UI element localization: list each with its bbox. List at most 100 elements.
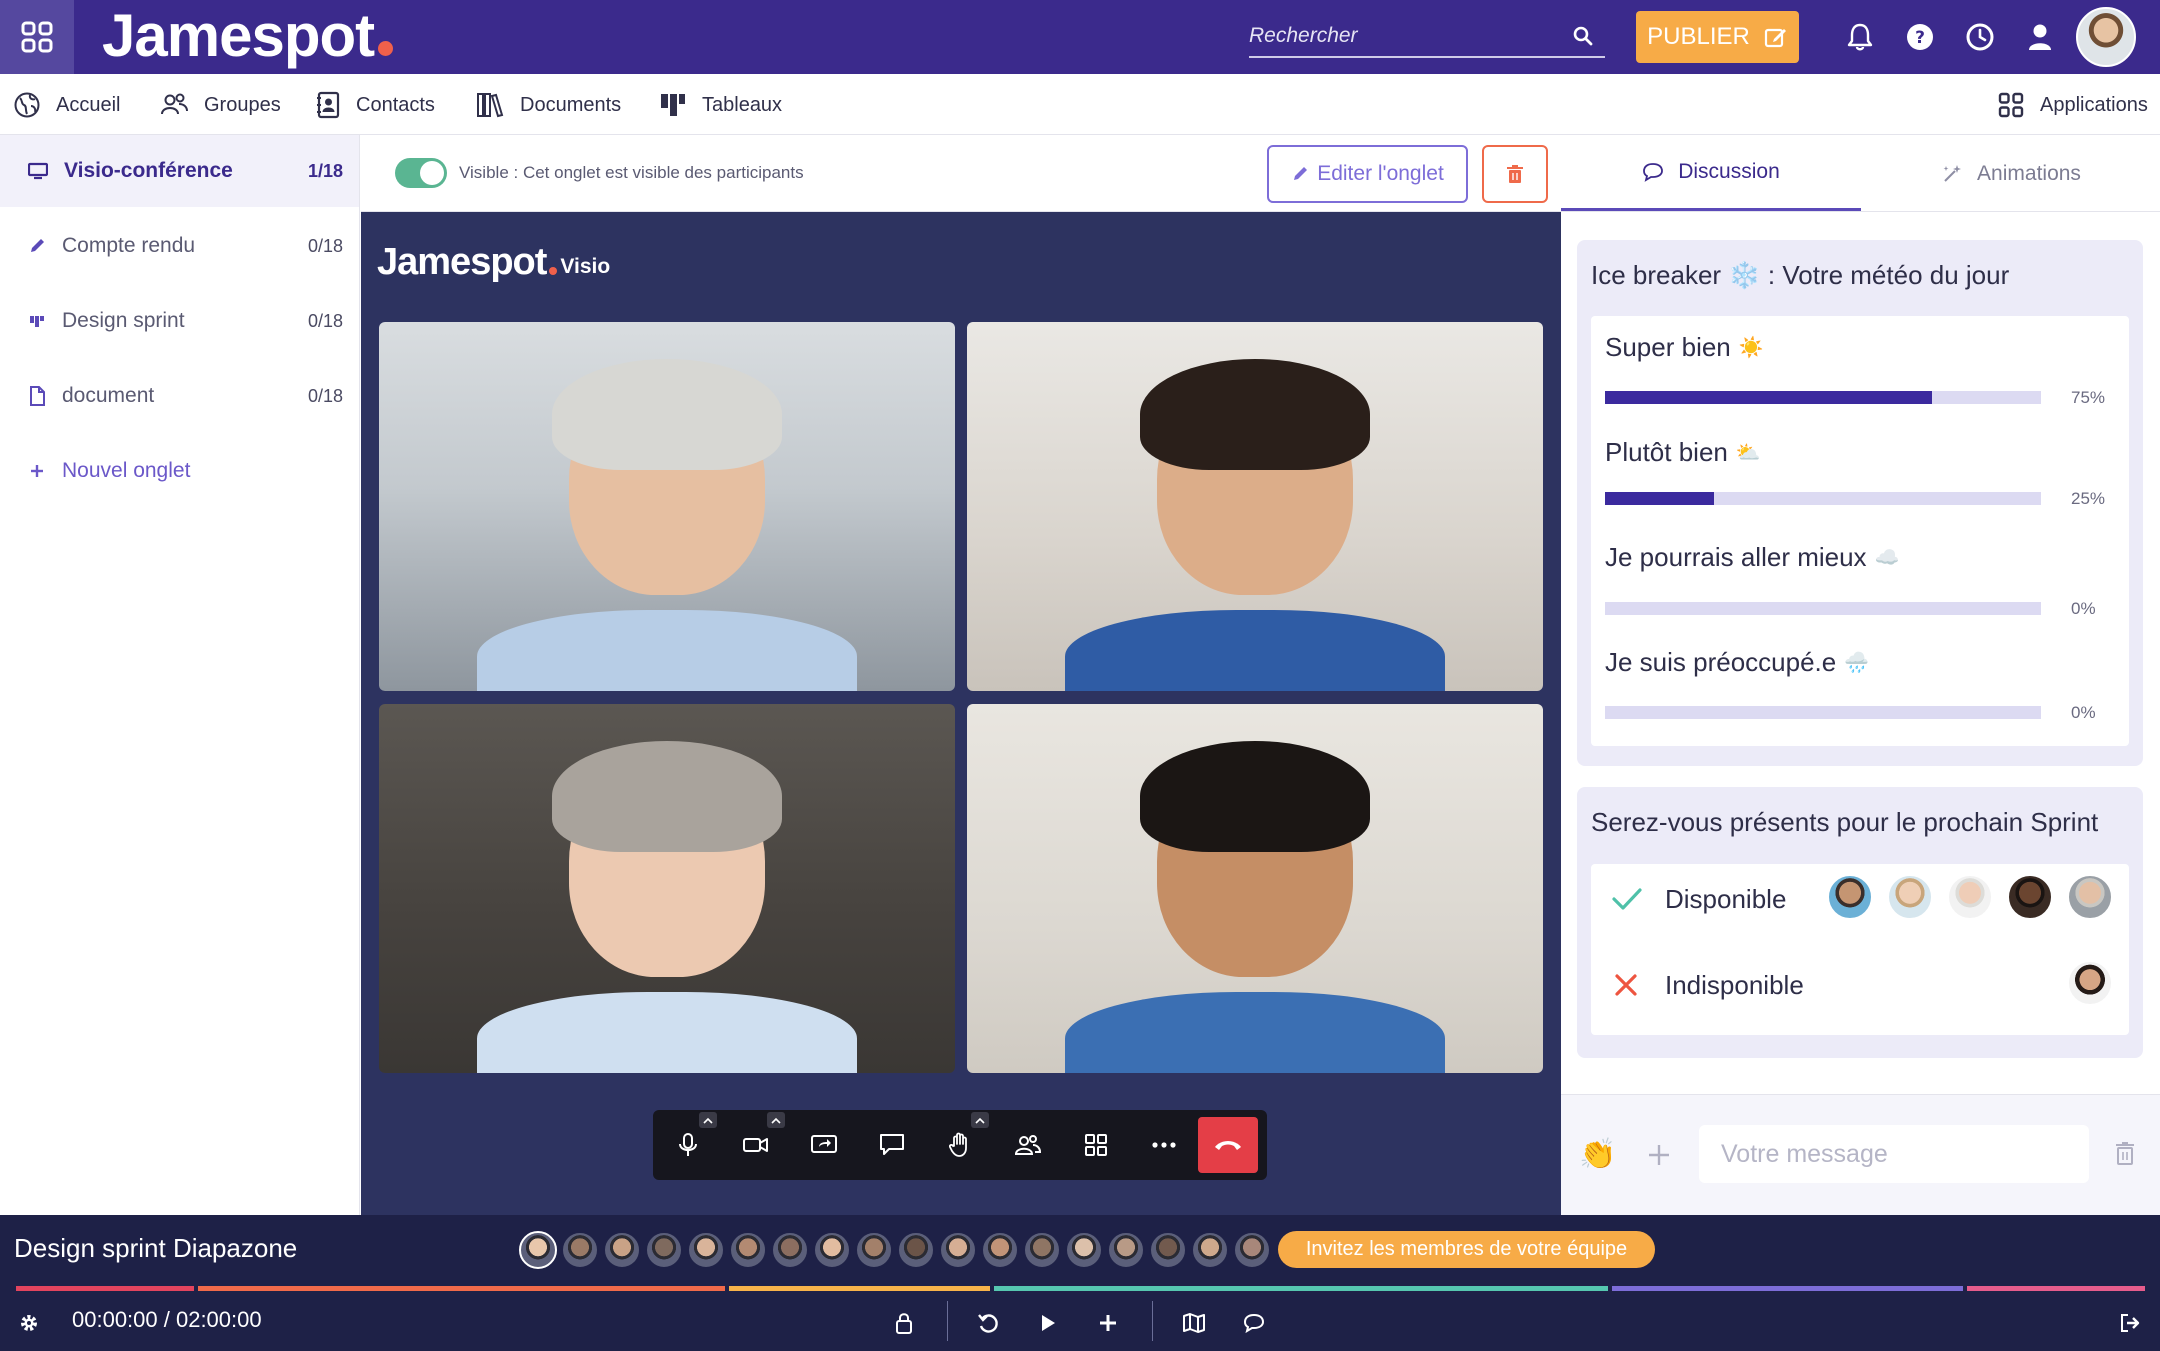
nav-contacts[interactable]: Contacts [316, 89, 435, 121]
invite-members-button[interactable]: Invitez les membres de votre équipe [1278, 1231, 1655, 1268]
lock-icon[interactable] [886, 1305, 922, 1341]
sidebar-tab-label: document [62, 384, 155, 407]
microphone-icon[interactable] [667, 1124, 709, 1166]
current-user-avatar[interactable] [2076, 7, 2136, 67]
grid-view-icon[interactable] [1075, 1124, 1117, 1166]
trash-icon[interactable] [2115, 1141, 2135, 1165]
available-label: Disponible [1665, 884, 1787, 914]
poll-bar[interactable] [1605, 706, 2041, 719]
poll-percent: 25% [2071, 489, 2106, 508]
attendee-avatar[interactable] [1947, 874, 1993, 920]
sidebar-tab-design-sprint[interactable]: Design sprint 0/18 [0, 285, 359, 357]
video-tile-4[interactable] [967, 704, 1543, 1073]
delete-tab-button[interactable] [1482, 145, 1548, 203]
new-tab-button[interactable]: Nouvel onglet [0, 435, 359, 507]
nav-applications[interactable]: Applications [1998, 89, 2148, 121]
participant-avatar[interactable] [519, 1231, 557, 1269]
nav-label: Contacts [356, 93, 435, 116]
settings-gear-icon[interactable] [18, 1312, 40, 1334]
play-icon[interactable] [1030, 1305, 1066, 1341]
camera-icon[interactable] [735, 1124, 777, 1166]
attendee-avatar[interactable] [2067, 960, 2113, 1006]
help-icon[interactable]: ? [1904, 21, 1936, 53]
search-input[interactable] [1249, 18, 1559, 54]
agenda-segment[interactable] [729, 1286, 990, 1291]
agenda-segment[interactable] [994, 1286, 1608, 1291]
phone-hangup-icon [1213, 1138, 1243, 1152]
map-icon[interactable] [1176, 1305, 1212, 1341]
nav-groupes[interactable]: Groupes [160, 89, 281, 121]
restart-icon[interactable] [970, 1305, 1006, 1341]
attendee-avatar[interactable] [2067, 874, 2113, 920]
poll-bar[interactable] [1605, 391, 2041, 404]
participant-avatar[interactable] [981, 1231, 1019, 1269]
participant-avatar[interactable] [687, 1231, 725, 1269]
raise-hand-icon[interactable] [939, 1124, 981, 1166]
agenda-segment[interactable] [198, 1286, 725, 1291]
nav-tableaux[interactable]: Tableaux [660, 89, 782, 121]
participant-avatar[interactable] [1023, 1231, 1061, 1269]
participant-avatar[interactable] [897, 1231, 935, 1269]
participant-avatar[interactable] [1065, 1231, 1103, 1269]
participant-avatar[interactable] [603, 1231, 641, 1269]
participant-avatar[interactable] [645, 1231, 683, 1269]
attendee-avatar[interactable] [1887, 874, 1933, 920]
chevron-up-icon[interactable] [971, 1112, 989, 1128]
attendee-avatar[interactable] [1827, 874, 1873, 920]
apps-grid-icon[interactable] [0, 0, 74, 74]
participant-avatar[interactable] [561, 1231, 599, 1269]
edit-square-icon [1764, 25, 1788, 49]
nav-accueil[interactable]: Accueil [14, 89, 120, 121]
agenda-segment[interactable] [1612, 1286, 1963, 1291]
publish-button[interactable]: PUBLIER [1636, 11, 1799, 63]
sidebar-tab-visio[interactable]: Visio-conférence 1/18 [0, 135, 359, 207]
nav-documents[interactable]: Documents [476, 89, 621, 121]
plus-icon[interactable] [1647, 1143, 1671, 1167]
clapping-hands-icon[interactable]: 👏 [1579, 1137, 1616, 1172]
sidebar-tab-document[interactable]: document 0/18 [0, 360, 359, 432]
sidebar-tab-compte-rendu[interactable]: Compte rendu 0/18 [0, 210, 359, 282]
comment-icon[interactable] [1236, 1305, 1272, 1341]
poll-bar[interactable] [1605, 492, 2041, 505]
add-icon[interactable] [1090, 1305, 1126, 1341]
participant-avatar[interactable] [771, 1231, 809, 1269]
participant-avatar[interactable] [1191, 1231, 1229, 1269]
nav-label: Tableaux [702, 93, 783, 116]
tab-animations[interactable]: Animations [1861, 135, 2160, 212]
nav-label: Applications [2040, 93, 2148, 116]
attendee-avatar[interactable] [2007, 874, 2053, 920]
visibility-toggle[interactable] [395, 158, 447, 188]
screen-share-icon[interactable] [803, 1124, 845, 1166]
bell-icon[interactable] [1844, 21, 1876, 53]
chevron-up-icon[interactable] [699, 1112, 717, 1128]
agenda-segment[interactable] [1967, 1286, 2145, 1291]
participant-avatar[interactable] [939, 1231, 977, 1269]
poll-bar[interactable] [1605, 602, 2041, 615]
tab-discussion[interactable]: Discussion [1561, 135, 1861, 211]
check-icon[interactable] [1611, 886, 1643, 912]
exit-icon[interactable] [2112, 1305, 2148, 1341]
hang-up-button[interactable] [1198, 1117, 1258, 1173]
user-icon[interactable] [2024, 21, 2056, 53]
chat-icon[interactable] [871, 1124, 913, 1166]
close-icon[interactable] [1613, 972, 1639, 998]
chevron-up-icon[interactable] [767, 1112, 785, 1128]
clock-icon[interactable] [1964, 21, 1996, 53]
participant-avatar[interactable] [855, 1231, 893, 1269]
participant-avatar[interactable] [1107, 1231, 1145, 1269]
video-tile-3[interactable] [379, 704, 955, 1073]
participant-avatar[interactable] [1149, 1231, 1187, 1269]
participant-avatar[interactable] [1233, 1231, 1271, 1269]
video-tile-2[interactable] [967, 322, 1543, 691]
participants-icon[interactable] [1007, 1124, 1049, 1166]
jamespot-logo[interactable]: Jamespot [102, 2, 394, 69]
search-icon[interactable] [1573, 26, 1593, 46]
message-input[interactable] [1699, 1125, 2089, 1183]
more-options-icon[interactable] [1143, 1124, 1185, 1166]
video-tile-1[interactable] [379, 322, 955, 691]
agenda-segment[interactable] [16, 1286, 194, 1291]
participant-avatar[interactable] [729, 1231, 767, 1269]
sidebar-tab-label: Design sprint [62, 309, 185, 332]
participant-avatar[interactable] [813, 1231, 851, 1269]
edit-tab-button[interactable]: Editer l'onglet [1267, 145, 1468, 203]
